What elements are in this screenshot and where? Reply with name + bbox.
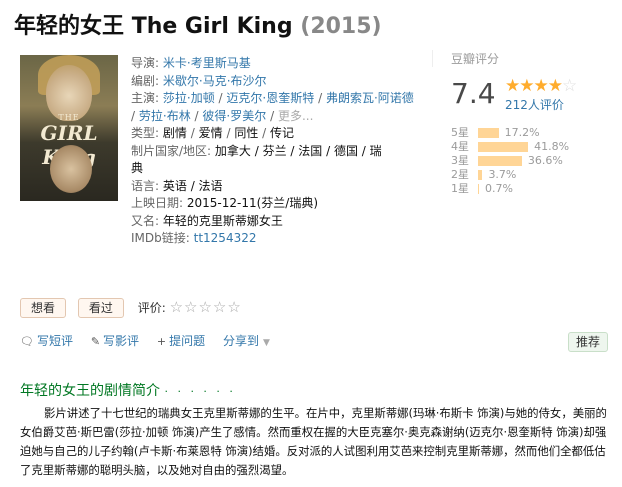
- rating-score: 7.4: [451, 77, 496, 110]
- cast-link[interactable]: 彼得·罗美尔: [202, 109, 266, 123]
- writer-row: 编剧: 米歇尔·马克·布沙尔: [131, 73, 381, 91]
- movie-poster[interactable]: THE GIRL King: [20, 55, 118, 201]
- cast-link[interactable]: 迈克尔·恩奎斯特: [226, 91, 314, 105]
- plus-icon: +: [156, 335, 167, 348]
- aka-value: 年轻的克里斯蒂娜女王: [162, 213, 283, 228]
- review-links: 🗨 写短评 ✎ 写影评 + 提问题 分享到 ▼: [20, 332, 608, 349]
- ask-question-link[interactable]: + 提问题: [157, 332, 205, 349]
- movie-info: 导演: 米卡·考里斯马基 编剧: 米歇尔·马克·布沙尔 主演: 莎拉·加顿 / …: [131, 55, 414, 248]
- genre: 爱情: [198, 126, 223, 140]
- share-dropdown[interactable]: 分享到 ▼: [223, 332, 270, 349]
- rating-panel: 豆瓣评分 7.4 ★★★★☆ 212人评价 5星 17.2% 4星 41.8% 3星…: [432, 50, 608, 195]
- country-label: 制片国家/地区:: [131, 143, 212, 158]
- director-label: 导演:: [131, 56, 160, 70]
- comment-icon: 🗨: [20, 335, 34, 348]
- movie-year: (2015): [300, 14, 382, 39]
- genre-label: 类型:: [131, 126, 160, 140]
- aka-label: 又名:: [131, 213, 160, 228]
- imdb-link[interactable]: tt1254322: [194, 231, 257, 245]
- rating-bar-row: 3星 36.6%: [451, 154, 563, 167]
- release-row: 上映日期: 2015-12-11(芬兰/瑞典): [131, 195, 381, 213]
- language-value: 英语 / 法语: [162, 178, 223, 193]
- genre: 传记: [270, 126, 295, 140]
- star-empty-icon: ☆: [561, 76, 577, 96]
- release-value: 2015-12-11(芬兰/瑞典): [186, 196, 319, 210]
- country-value: 加拿大 / 芬兰 / 法国 / 德国 / 瑞: [214, 143, 382, 158]
- cast-row-2: / 劳拉·布林 / 彼得·罗美尔 / 更多...: [131, 108, 314, 123]
- rating-distribution: 5星 17.2% 4星 41.8% 3星 36.6% 2星 3.7% 1星 0.7%: [451, 126, 569, 196]
- rating-bar: [478, 170, 483, 180]
- language-row: 语言: 英语 / 法语: [131, 178, 381, 196]
- director-link[interactable]: 米卡·考里斯马基: [163, 56, 251, 70]
- rating-bar: [478, 142, 529, 152]
- rate-stars-input[interactable]: ☆☆☆☆☆: [170, 298, 242, 316]
- cast-row-1: 主演: 莎拉·加顿 / 迈克尔·恩奎斯特 / 弗朗索瓦·阿诺德: [131, 91, 414, 105]
- country-row: 制片国家/地区: 加拿大 / 芬兰 / 法国 / 德国 / 瑞: [131, 143, 382, 161]
- imdb-label: IMDb链接:: [131, 231, 190, 245]
- country-row-cont: 典: [131, 160, 381, 178]
- cast-more-link[interactable]: 更多...: [278, 109, 313, 123]
- rating-bar-row: 2星 3.7%: [451, 168, 517, 181]
- heading-dots: · · · · · ·: [164, 385, 236, 398]
- genre: 同性: [234, 126, 259, 140]
- chevron-down-icon: ▼: [262, 338, 270, 348]
- release-label: 上映日期:: [131, 196, 184, 210]
- country-value-cont: 典: [131, 161, 144, 175]
- rating-votes-link[interactable]: 212人评价: [505, 96, 564, 113]
- star-filled-icon: ★★★★: [505, 76, 563, 96]
- rating-source-label: 豆瓣评分: [451, 52, 500, 66]
- director-row: 导演: 米卡·考里斯马基: [131, 55, 381, 73]
- watched-button[interactable]: 看过: [77, 298, 124, 318]
- recommend-button[interactable]: 推荐: [567, 332, 608, 352]
- writer-link[interactable]: 米歇尔·马克·布沙尔: [163, 74, 267, 88]
- rating-bar: [478, 156, 522, 166]
- pencil-icon: ✎: [90, 335, 101, 348]
- write-short-review-link[interactable]: 🗨 写短评: [20, 332, 73, 349]
- rating-bar-row: 5星 17.2%: [451, 126, 540, 139]
- rating-bar: [478, 184, 479, 194]
- rating-bar-row: 1星 0.7%: [451, 182, 513, 195]
- page-title: 年轻的女王 The Girl King (2015): [14, 8, 382, 40]
- action-bar: 想看 看过 评价: ☆☆☆☆☆: [20, 298, 242, 318]
- synopsis-heading-text: 年轻的女王的剧情简介: [20, 383, 160, 399]
- cast-label: 主演:: [131, 91, 160, 105]
- rating-bar-row: 4星 41.8%: [451, 140, 570, 153]
- movie-title-cn: 年轻的女王: [14, 14, 125, 39]
- writer-label: 编剧:: [131, 73, 160, 88]
- genre-row: 类型: 剧情 / 爱情 / 同性 / 传记: [131, 126, 295, 140]
- rating-stars: ★★★★☆: [505, 76, 577, 96]
- language-label: 语言:: [131, 178, 160, 193]
- rating-bar: [478, 128, 499, 138]
- want-to-watch-button[interactable]: 想看: [20, 298, 67, 318]
- rate-label: 评价:: [137, 301, 166, 315]
- genre: 剧情: [162, 126, 187, 140]
- cast-link[interactable]: 莎拉·加顿: [163, 91, 215, 105]
- synopsis-heading: 年轻的女王的剧情简介 · · · · · ·: [20, 380, 236, 400]
- cast-link[interactable]: 劳拉·布林: [139, 109, 191, 123]
- movie-title-en: The Girl King: [131, 14, 293, 39]
- cast-link[interactable]: 弗朗索瓦·阿诺德: [326, 91, 414, 105]
- imdb-row: IMDb链接: tt1254322: [131, 230, 381, 248]
- write-review-link[interactable]: ✎ 写影评: [91, 332, 139, 349]
- aka-row: 又名: 年轻的克里斯蒂娜女王: [131, 213, 381, 231]
- synopsis-text: 影片讲述了十七世纪的瑞典女王克里斯蒂娜的生平。在片中，克里斯蒂娜(玛琳·布斯卡 …: [20, 406, 607, 477]
